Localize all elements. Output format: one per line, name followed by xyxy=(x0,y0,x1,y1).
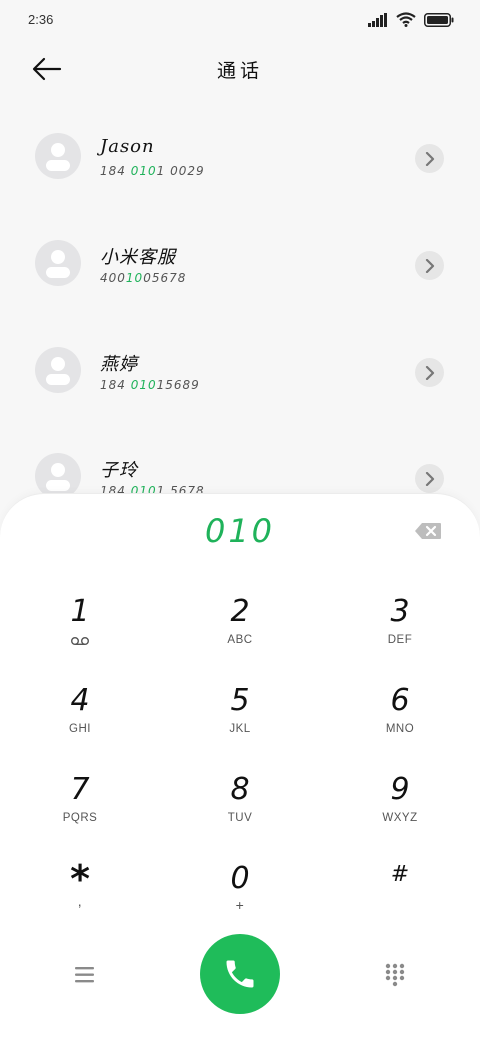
key-digit: # xyxy=(390,862,410,887)
status-icons xyxy=(368,12,454,27)
call-button[interactable] xyxy=(200,934,280,1014)
key-letters: ABC xyxy=(227,634,253,646)
menu-button[interactable] xyxy=(72,964,98,986)
key-7[interactable]: 7 PQRS xyxy=(0,768,160,857)
key-letters: TUV xyxy=(227,812,253,824)
keypad-icon xyxy=(385,963,405,987)
contact-name: 子玲 xyxy=(100,460,138,481)
key-digit: 0 xyxy=(230,861,250,896)
key-letters: WXYZ xyxy=(382,812,418,824)
key-2[interactable]: 2 ABC xyxy=(160,590,320,679)
contact-detail-button[interactable] xyxy=(415,358,444,387)
backspace-button[interactable] xyxy=(414,522,442,540)
contact-number: 4001005678 xyxy=(100,271,187,285)
chevron-right-icon xyxy=(425,151,434,166)
key-digit: 6 xyxy=(390,683,410,718)
contact-number: 184 01015689 xyxy=(100,378,200,392)
contact-item[interactable]: Jason 184 0101 0029 xyxy=(0,104,480,210)
contact-name: 燕婷 xyxy=(100,354,138,375)
key-digit: 2 xyxy=(230,594,250,629)
menu-icon xyxy=(75,967,94,983)
dialed-number: 010 xyxy=(204,512,276,550)
page-title: 通话 xyxy=(216,60,263,82)
keypad-toggle-button[interactable] xyxy=(384,962,406,988)
key-1[interactable]: 1 xyxy=(0,590,160,679)
contact-item[interactable]: 燕婷 184 01015689 xyxy=(0,318,480,424)
key-digit: 9 xyxy=(390,772,410,807)
contact-name: Jason xyxy=(100,136,155,157)
dialer-bottom-bar xyxy=(0,934,480,1024)
voicemail-icon xyxy=(71,637,89,646)
contact-item[interactable]: 小米客服 4001005678 xyxy=(0,211,480,317)
key-8[interactable]: 8 TUV xyxy=(160,768,320,857)
header: 通话 xyxy=(0,40,480,100)
avatar xyxy=(35,133,81,179)
contact-detail-button[interactable] xyxy=(415,251,444,280)
key-letters: JKL xyxy=(229,723,251,735)
key-letters: , xyxy=(77,893,83,909)
dial-panel: 010 1 2 ABC 3 DEF 4 GHI 5 JKL 6 MNO 7 PQ… xyxy=(0,493,480,1040)
contact-detail-button[interactable] xyxy=(415,464,444,493)
backspace-icon xyxy=(415,523,441,539)
key-hash[interactable]: # xyxy=(320,857,480,946)
key-5[interactable]: 5 JKL xyxy=(160,679,320,768)
key-letters: PQRS xyxy=(62,812,98,824)
key-3[interactable]: 3 DEF xyxy=(320,590,480,679)
battery-icon xyxy=(424,12,454,27)
key-star[interactable]: * , xyxy=(0,857,160,946)
contact-name: 小米客服 xyxy=(100,247,176,268)
key-0[interactable]: 0 + xyxy=(160,857,320,946)
phone-icon xyxy=(226,960,254,988)
key-digit: 1 xyxy=(70,594,90,629)
status-time: 2:36 xyxy=(28,12,54,27)
key-letters: MNO xyxy=(385,723,415,735)
key-digit: 3 xyxy=(390,594,410,629)
chevron-right-icon xyxy=(425,365,434,380)
contact-detail-button[interactable] xyxy=(415,144,444,173)
key-letters: + xyxy=(235,897,245,913)
key-9[interactable]: 9 WXYZ xyxy=(320,768,480,857)
contact-number: 184 0101 0029 xyxy=(100,164,205,178)
signal-icon xyxy=(368,12,387,27)
chevron-right-icon xyxy=(425,258,434,273)
key-digit: 7 xyxy=(70,772,90,807)
key-digit: 5 xyxy=(230,683,250,718)
wifi-icon xyxy=(396,12,416,27)
key-4[interactable]: 4 GHI xyxy=(0,679,160,768)
chevron-right-icon xyxy=(425,471,434,486)
status-bar: 2:36 xyxy=(0,0,480,40)
key-6[interactable]: 6 MNO xyxy=(320,679,480,768)
key-digit: 4 xyxy=(70,683,90,718)
avatar xyxy=(35,240,81,286)
avatar xyxy=(35,347,81,393)
key-letters: DEF xyxy=(387,634,413,646)
key-digit: 8 xyxy=(230,772,250,807)
key-letters: GHI xyxy=(69,723,91,735)
